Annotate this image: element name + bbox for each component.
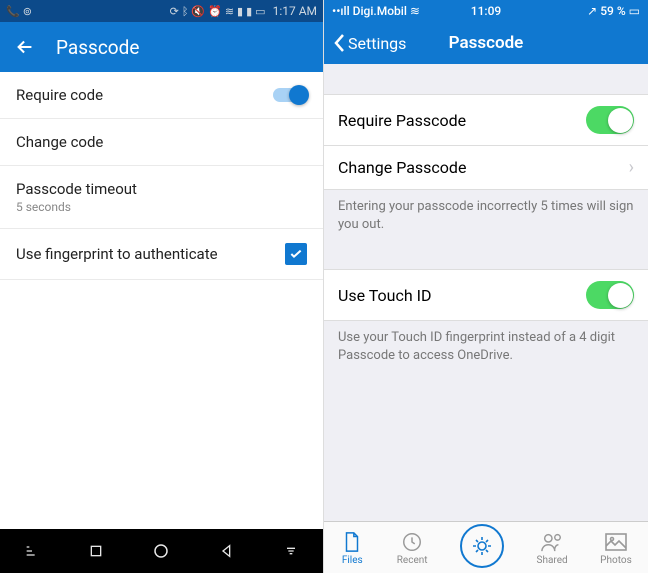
touchid-group: Use Touch ID: [324, 269, 648, 321]
passcode-timeout-row[interactable]: Passcode timeout 5 seconds: [0, 166, 323, 229]
spotify-icon: ⊚: [23, 5, 32, 18]
use-touchid-toggle[interactable]: [586, 281, 634, 309]
change-passcode-row[interactable]: Change Passcode ›: [324, 145, 648, 190]
ios-status-bar: ••ıll Digi.Mobil ≋ 11:09 ↗ 59 % ▭: [324, 0, 648, 22]
back-arrow-icon[interactable]: [14, 36, 36, 58]
use-touchid-label: Use Touch ID: [338, 286, 432, 305]
page-title: Passcode: [56, 36, 139, 59]
android-header: Passcode: [0, 22, 323, 72]
wifi-icon: ≋: [225, 5, 234, 18]
tab-add[interactable]: [460, 524, 504, 568]
passcode-timeout-value: 5 seconds: [16, 200, 71, 214]
chevron-right-icon: ›: [629, 157, 634, 178]
back-label: Settings: [348, 34, 406, 53]
tab-files[interactable]: Files: [340, 530, 364, 566]
page-title: Passcode: [449, 33, 524, 53]
ios-header: Settings Passcode: [324, 22, 648, 64]
require-code-label: Require code: [16, 86, 103, 104]
tab-shared-label: Shared: [537, 555, 568, 566]
sync-icon: ⟳: [170, 5, 179, 18]
tab-recent-label: Recent: [397, 555, 428, 566]
require-passcode-row[interactable]: Require Passcode: [324, 94, 648, 145]
signal-icon: ▮: [237, 5, 243, 18]
use-fingerprint-label: Use fingerprint to authenticate: [16, 245, 218, 263]
change-passcode-label: Change Passcode: [338, 158, 466, 177]
status-time: 1:17 AM: [273, 4, 317, 18]
alarm-icon: ⏰: [208, 5, 222, 18]
change-code-row[interactable]: Change code: [0, 119, 323, 166]
change-code-label: Change code: [16, 133, 103, 151]
require-code-row[interactable]: Require code: [0, 72, 323, 119]
phone-icon: 📞: [6, 5, 20, 18]
nav-recents-icon[interactable]: [88, 543, 104, 559]
back-button[interactable]: Settings: [332, 33, 406, 53]
files-icon: [340, 530, 364, 554]
tab-shared[interactable]: Shared: [537, 530, 568, 566]
android-status-bar: 📞 ⊚ ⟳ ᛒ 🔇 ⏰ ≋ ▮ ▮ ▭ 1:17 AM: [0, 0, 323, 22]
attempts-footer: Entering your passcode incorrectly 5 tim…: [324, 190, 648, 241]
tab-recent[interactable]: Recent: [397, 530, 428, 566]
signal-icon-2: ▮: [246, 5, 252, 18]
shared-icon: [540, 530, 564, 554]
photos-icon: [604, 530, 628, 554]
android-screen: 📞 ⊚ ⟳ ᛒ 🔇 ⏰ ≋ ▮ ▮ ▭ 1:17 AM Passcode Req…: [0, 0, 324, 573]
tab-photos-label: Photos: [600, 555, 632, 566]
passcode-group: Require Passcode Change Passcode ›: [324, 94, 648, 190]
tab-files-label: Files: [342, 555, 363, 566]
battery-label: ↗ 59 % ▭: [587, 4, 640, 18]
require-code-toggle[interactable]: [273, 88, 307, 102]
recent-icon: [400, 530, 424, 554]
touchid-footer: Use your Touch ID fingerprint instead of…: [324, 321, 648, 372]
use-fingerprint-row[interactable]: Use fingerprint to authenticate: [0, 229, 323, 280]
android-nav-bar: [0, 529, 323, 573]
mute-icon: 🔇: [191, 5, 205, 18]
use-touchid-row[interactable]: Use Touch ID: [324, 269, 648, 321]
require-passcode-label: Require Passcode: [338, 111, 466, 130]
carrier-label: ••ıll Digi.Mobil ≋: [332, 4, 420, 18]
use-fingerprint-checkbox[interactable]: [285, 243, 307, 265]
nav-back-icon[interactable]: [219, 543, 235, 559]
ios-content: Require Passcode Change Passcode › Enter…: [324, 64, 648, 521]
battery-icon: ▭: [255, 5, 265, 18]
ios-screen: ••ıll Digi.Mobil ≋ 11:09 ↗ 59 % ▭ Settin…: [324, 0, 648, 573]
nav-drawer-icon[interactable]: [24, 543, 40, 559]
ios-tabbar: Files Recent Shared Photos: [324, 521, 648, 573]
require-passcode-toggle[interactable]: [586, 106, 634, 134]
status-time: 11:09: [471, 4, 501, 18]
tab-photos[interactable]: Photos: [600, 530, 632, 566]
nav-home-icon[interactable]: [152, 542, 170, 560]
passcode-timeout-label: Passcode timeout: [16, 180, 137, 198]
bluetooth-icon: ᛒ: [182, 5, 189, 18]
nav-menu-icon[interactable]: [283, 543, 299, 559]
